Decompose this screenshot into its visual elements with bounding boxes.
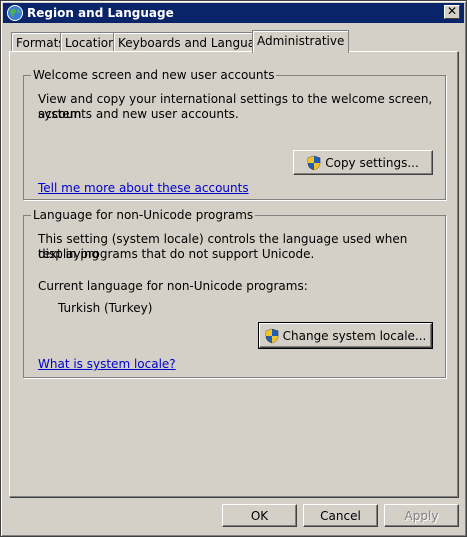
cancel-label: Cancel [320,508,361,523]
current-language-label: Current language for non-Unicode program… [38,279,308,293]
apply-button[interactable]: Apply [384,504,459,527]
ok-label: OK [250,508,269,523]
region-language-dialog: Region and Language ✕ Formats Location K… [0,0,467,537]
welcome-description-line2: accounts and new user accounts. [38,107,239,121]
window-title: Region and Language [27,6,174,20]
tab-location[interactable]: Location [60,32,121,52]
what-is-system-locale-link[interactable]: What is system locale? [38,357,176,371]
ok-button[interactable]: OK [222,504,297,527]
change-system-locale-button[interactable]: Change system locale... [258,322,433,349]
non-unicode-group-title: Language for non-Unicode programs [31,208,256,222]
welcome-group: Welcome screen and new user accounts Vie… [23,68,446,200]
non-unicode-description-line2: text in programs that do not support Uni… [38,247,315,261]
title-bar: Region and Language ✕ [3,3,464,23]
tell-me-more-link[interactable]: Tell me more about these accounts [38,181,249,195]
cancel-button[interactable]: Cancel [303,504,378,527]
close-icon: ✕ [446,4,458,18]
tab-label: Location [65,36,116,50]
tab-label: Administrative [257,34,345,48]
tab-administrative[interactable]: Administrative [252,30,350,53]
close-button[interactable]: ✕ [444,5,460,19]
administrative-panel: Welcome screen and new user accounts Vie… [9,51,458,497]
globe-icon [7,5,23,21]
tab-label: Formats [16,36,65,50]
non-unicode-group: Language for non-Unicode programs This s… [23,208,446,378]
apply-label: Apply [404,508,439,523]
uac-shield-icon [265,328,278,343]
change-system-locale-label: Change system locale... [282,328,427,343]
welcome-group-title: Welcome screen and new user accounts [31,68,277,82]
current-language-value: Turkish (Turkey) [58,301,153,315]
copy-settings-button[interactable]: Copy settings... [293,150,433,175]
copy-settings-label: Copy settings... [325,155,419,170]
uac-shield-icon [307,155,321,170]
